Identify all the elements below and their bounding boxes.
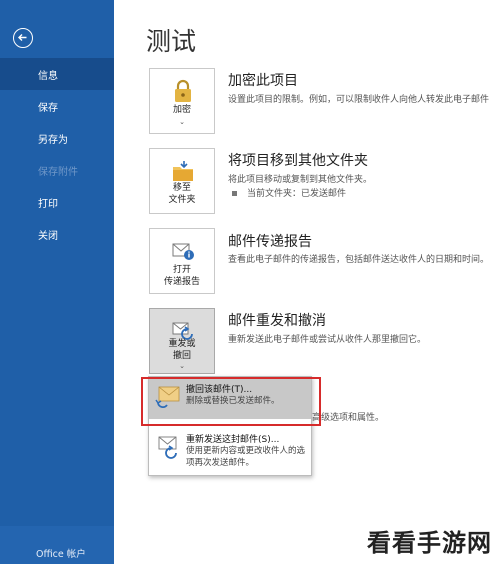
sidebar-item-info[interactable]: 信息: [38, 67, 58, 82]
arrow-left-icon: [18, 34, 27, 41]
chevron-down-icon: ⌄: [179, 118, 185, 126]
sidebar-item-save-attachments: 保存附件: [38, 167, 78, 178]
resend-message-icon: [158, 436, 177, 459]
chevron-down-icon: ⌄: [179, 362, 185, 370]
sidebar-item-print[interactable]: 打印: [38, 195, 58, 210]
watermark: 看看手游网: [367, 529, 492, 557]
delivery-desc: 查看此电子邮件的传递报告，包括邮件送达收件人的日期和时间。: [228, 255, 490, 265]
current-folder-label: 当前文件夹：已发送邮件: [247, 189, 347, 199]
resend-title: 邮件重发和撤消: [228, 313, 326, 329]
move-desc: 将此项目移动或复制到其他文件夹。: [228, 175, 373, 185]
resend-message-label: 重新发送这封邮件(S)...: [186, 435, 280, 445]
lock-icon: [175, 79, 191, 102]
move-label-line1: 移至: [172, 183, 191, 193]
resend-recall-button[interactable]: 重发或 撤回 ⌄: [149, 308, 215, 374]
encrypt-button[interactable]: 加密 ⌄: [149, 68, 215, 134]
move-to-folder-button[interactable]: 移至 文件夹: [149, 148, 215, 214]
encrypt-desc: 设置此项目的限制。例如，可以限制收件人向他人转发此电子邮件: [228, 95, 490, 105]
highlight-annotation-box: [141, 377, 321, 426]
delivery-report-icon: [172, 243, 194, 260]
delivery-title: 邮件传递报告: [228, 234, 312, 250]
bullet-icon: [232, 191, 237, 196]
encrypt-label: 加密: [172, 105, 191, 115]
resend-label-line1: 重发或: [168, 339, 196, 349]
resend-desc: 重新发送此电子邮件或尝试从收件人那里撤回它。: [228, 335, 427, 345]
open-delivery-report-button[interactable]: 打开 传递报告: [149, 228, 215, 294]
resend-message-desc: 使用更新内容或更改收件人的选项再次发送邮件。: [186, 446, 306, 468]
move-title: 将项目移到其他文件夹: [228, 153, 368, 169]
delivery-label-line1: 打开: [172, 265, 191, 275]
office-account-label: Office 帐户: [36, 549, 86, 560]
sidebar-item-office-account[interactable]: Office 帐户: [0, 526, 114, 564]
encrypt-title: 加密此项目: [228, 73, 298, 89]
sidebar-item-close[interactable]: 关闭: [38, 227, 58, 242]
menu-item-resend-message[interactable]: 重新发送这封邮件(S)... 使用更新内容或更改收件人的选项再次发送邮件。: [149, 427, 311, 475]
backstage-sidebar: 信息 保存 另存为 保存附件 打印 关闭 Office 帐户: [0, 0, 114, 564]
current-folder-text: 当前文件夹：已发送邮件: [232, 186, 346, 199]
page-title: 测试: [146, 27, 197, 56]
move-label-line2: 文件夹: [168, 195, 196, 205]
delivery-label-line2: 传递报告: [163, 277, 200, 287]
back-button[interactable]: [13, 28, 33, 48]
sidebar-item-save[interactable]: 保存: [38, 99, 58, 114]
sidebar-item-save-as[interactable]: 另存为: [38, 131, 68, 146]
move-folder-icon: [173, 161, 193, 181]
properties-text: 高级选项和属性。: [312, 413, 385, 423]
